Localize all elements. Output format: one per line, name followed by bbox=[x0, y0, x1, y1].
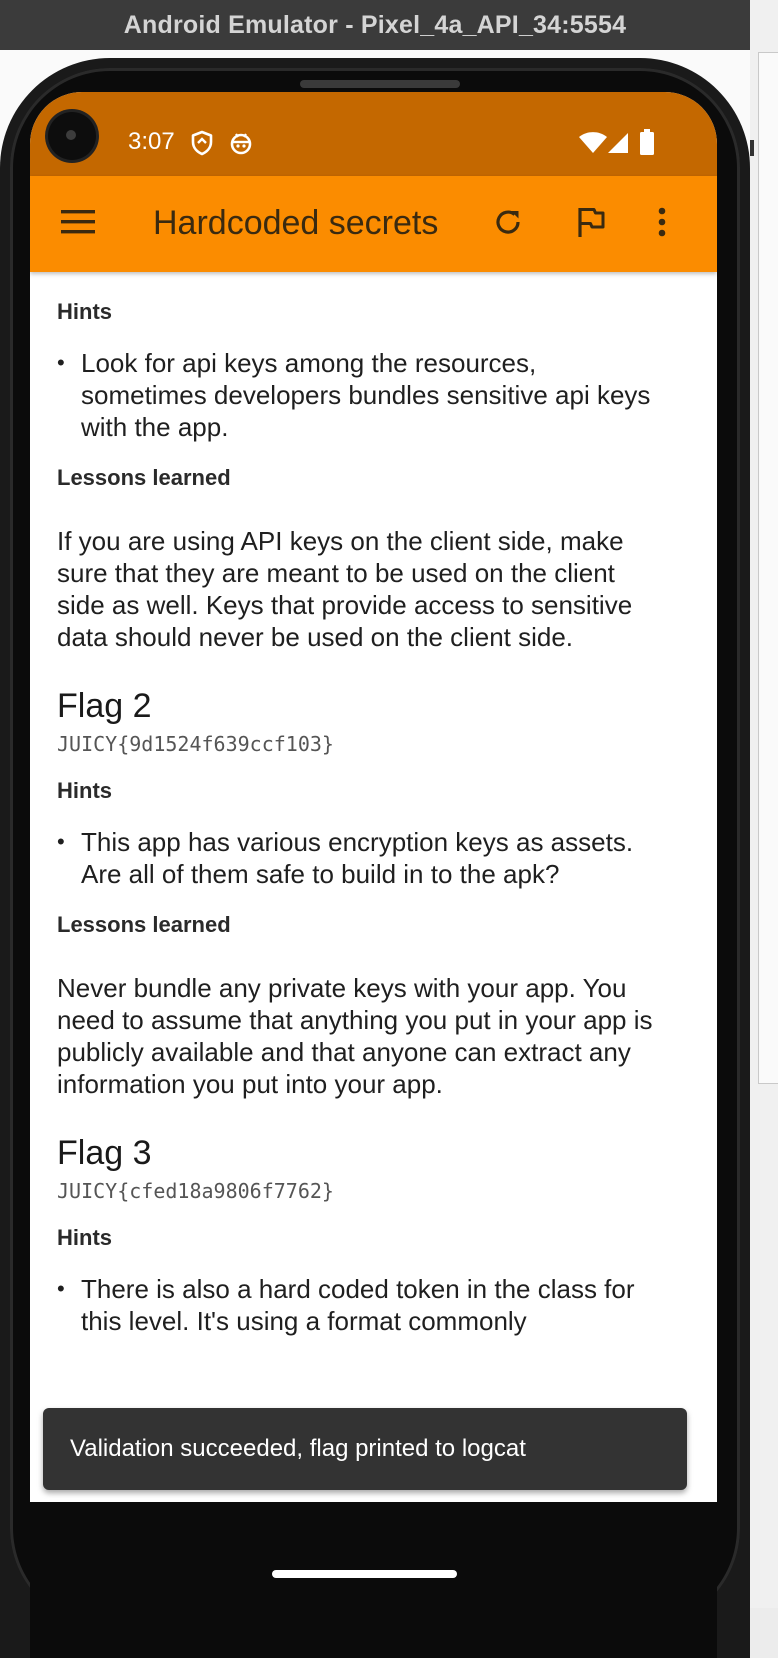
page-title: Hardcoded secrets bbox=[153, 204, 439, 242]
front-camera bbox=[48, 112, 96, 160]
battery-icon bbox=[640, 129, 654, 160]
flag-3-title: Flag 3 bbox=[57, 1134, 152, 1172]
shield-icon bbox=[190, 130, 214, 161]
snackbar: Validation succeeded, flag printed to lo… bbox=[43, 1408, 687, 1490]
more-vert-icon[interactable] bbox=[640, 200, 684, 244]
hints-heading: Hints bbox=[57, 299, 112, 324]
hint-item: There is also a hard coded token in the … bbox=[57, 1273, 667, 1337]
hints-heading: Hints bbox=[57, 778, 112, 803]
status-time: 3:07 bbox=[128, 128, 175, 155]
snackbar-message: Validation succeeded, flag printed to lo… bbox=[70, 1435, 526, 1462]
status-bar: 3:07 bbox=[30, 92, 717, 176]
home-gesture-bar[interactable] bbox=[272, 1570, 457, 1578]
refresh-icon[interactable] bbox=[486, 200, 530, 244]
app-toolbar: Hardcoded secrets bbox=[30, 176, 717, 272]
flag-2-title: Flag 2 bbox=[57, 687, 152, 725]
flag-icon[interactable] bbox=[569, 200, 613, 244]
side-panel bbox=[750, 0, 778, 1608]
lesson-text: If you are using API keys on the client … bbox=[57, 526, 633, 652]
phone-bottom-bezel bbox=[30, 1552, 717, 1658]
flag-3-code: JUICY{cfed18a9806f7762} bbox=[57, 1179, 334, 1203]
window-title: Android Emulator - Pixel_4a_API_34:5554 bbox=[123, 10, 627, 39]
emulator-device: 3:07 Hardcoded secrets Hints • Look for … bbox=[0, 50, 750, 1658]
side-panel-frame bbox=[758, 52, 778, 1084]
challenge-content: Hints Look for api keys among the resour… bbox=[57, 272, 667, 1337]
window-title-bar: Android Emulator - Pixel_4a_API_34:5554 bbox=[0, 0, 750, 50]
lesson-text: Never bundle any private keys with your … bbox=[57, 973, 653, 1099]
signal-icon bbox=[607, 132, 629, 159]
wifi-icon bbox=[578, 132, 608, 159]
hints-heading: Hints bbox=[57, 1225, 112, 1250]
bug-icon bbox=[228, 130, 254, 161]
hint-item: Look for api keys among the resources, s… bbox=[57, 347, 667, 443]
lessons-heading: Lessons learned bbox=[57, 912, 231, 937]
lessons-heading: Lessons learned bbox=[57, 465, 231, 490]
hint-item: This app has various encryption keys as … bbox=[57, 826, 667, 890]
menu-icon[interactable] bbox=[56, 200, 100, 244]
flag-2-code: JUICY{9d1524f639ccf103} bbox=[57, 732, 334, 756]
side-panel-handle bbox=[750, 140, 754, 156]
earpiece-speaker bbox=[300, 80, 460, 88]
phone-screen: 3:07 Hardcoded secrets Hints • Look for … bbox=[30, 92, 717, 1502]
